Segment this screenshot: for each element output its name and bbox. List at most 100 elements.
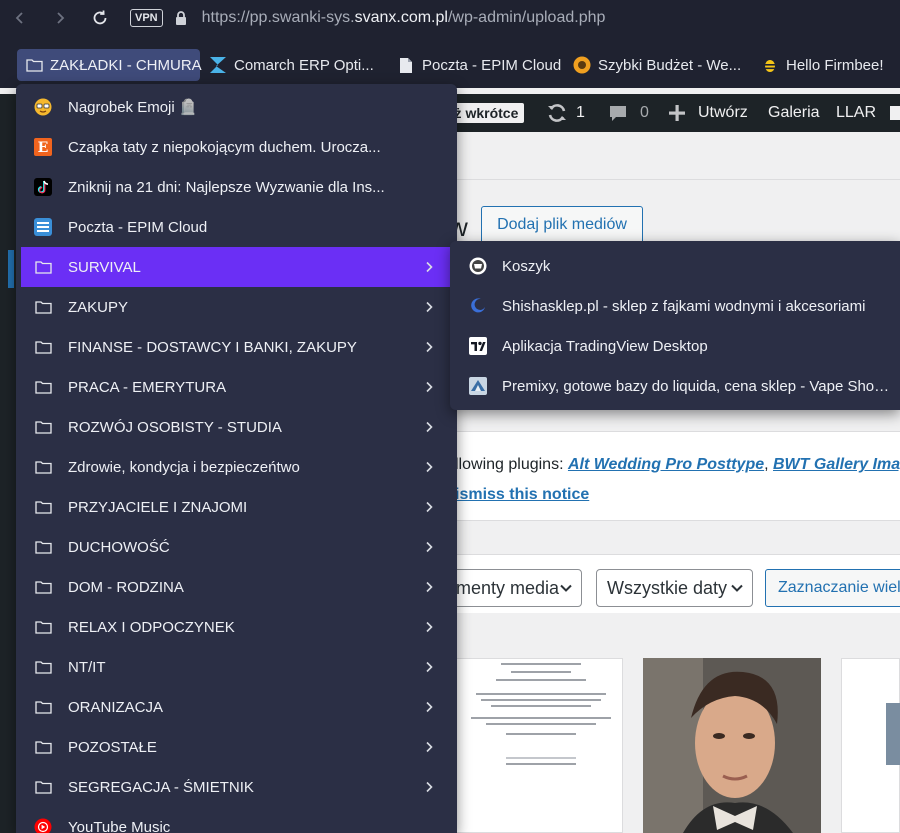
chevron-right-icon (423, 780, 435, 794)
updates-link[interactable]: 1 (546, 94, 585, 132)
date-filter-select[interactable]: Wszystkie daty (596, 569, 753, 607)
menu-link-poczta-epim-cloud[interactable]: Poczta - EPIM Cloud (21, 207, 452, 247)
media-thumbnail-document[interactable] (455, 658, 623, 833)
menu-item-label: ZAKUPY (68, 298, 129, 316)
portrait-image (643, 658, 821, 833)
folder-icon (34, 538, 52, 556)
menu-folder-praca-emerytura[interactable]: PRACA - EMERYTURA (21, 367, 452, 407)
submenu-link-premixy-gotowe-bazy-do-liquida-cena-skle[interactable]: Premixy, gotowe bazy do liquida, cena sk… (450, 366, 900, 406)
new-content-link[interactable]: Utwórz (668, 94, 748, 132)
bookmarks-bar: ZAKŁADKI - CHMURA Comarch ERP Opti... Po… (0, 36, 900, 88)
bookmark-label: Hello Firmbee! (786, 56, 884, 74)
back-button[interactable] (0, 0, 40, 36)
menu-folder-pozostale[interactable]: POZOSTAŁE (21, 727, 452, 767)
chevron-right-icon (423, 420, 435, 434)
menu-item-label: SEGREGACJA - ŚMIETNIK (68, 778, 254, 796)
bulk-select-button[interactable]: Zaznaczanie wielu (765, 569, 900, 607)
budget-icon (573, 56, 591, 74)
user-avatar[interactable] (890, 106, 900, 120)
chevron-right-icon (423, 460, 435, 474)
menu-folder-segregacja-smietnik[interactable]: SEGREGACJA - ŚMIETNIK (21, 767, 452, 807)
firmbee-icon (761, 56, 779, 74)
gallery-link[interactable]: Galeria (768, 94, 820, 132)
notice-prefix: llowing plugins: (455, 456, 568, 473)
submenu-item-label: Shishasklep.pl - sklep z fajkami wodnymi… (502, 297, 866, 315)
folder-icon (34, 658, 52, 676)
folder-icon (34, 418, 52, 436)
date-filter-value: Wszystkie daty (607, 577, 728, 598)
bookmark-hello-firmbee[interactable]: Hello Firmbee! (761, 49, 884, 81)
menu-item-label: DUCHOWOŚĆ (68, 538, 170, 556)
menu-folder-relax-i-odpoczynek[interactable]: RELAX I ODPOCZYNEK (21, 607, 452, 647)
menu-folder-duchowosc[interactable]: DUCHOWOŚĆ (21, 527, 452, 567)
submenu-link-shishasklep-pl-sklep-z-fajkami-wodnymi-i[interactable]: Shishasklep.pl - sklep z fajkami wodnymi… (450, 286, 900, 326)
chevron-right-icon (423, 660, 435, 674)
menu-folder-zakupy[interactable]: ZAKUPY (21, 287, 452, 327)
media-type-select[interactable]: menty media (445, 569, 582, 607)
menu-folder-oranizacja[interactable]: ORANIZACJA (21, 687, 452, 727)
folder-icon (34, 458, 52, 476)
page-icon (397, 56, 415, 74)
svg-text:E: E (38, 140, 49, 156)
add-media-button[interactable]: Dodaj plik mediów (481, 206, 643, 244)
reload-icon (93, 10, 107, 25)
chevron-down-icon (731, 584, 743, 592)
etsy-icon: E (34, 138, 52, 156)
lock-icon[interactable] (172, 9, 190, 27)
shisha-icon (469, 297, 487, 315)
plugin-link-bwt-gallery[interactable]: BWT Gallery Imag (773, 456, 900, 473)
vape-icon (469, 377, 487, 395)
media-thumbnail-photo[interactable] (643, 658, 821, 833)
vpn-badge[interactable]: VPN (130, 9, 163, 27)
menu-item-label: Zdrowie, kondycja i bezpieczeńtwo (68, 458, 300, 476)
tradingview-icon (469, 337, 487, 355)
menu-link-zniknij-na-21-dni-najlepsze-wyzwanie-dla[interactable]: Zniknij na 21 dni: Najlepsze Wyzwanie dl… (21, 167, 452, 207)
menu-folder-zdrowie-kondycja-i-bezpieczentwo[interactable]: Zdrowie, kondycja i bezpieczeńtwo (21, 447, 452, 487)
chevron-right-icon (423, 300, 435, 314)
menu-link-czapka-taty-z-niepokojacym-duchem-urocza[interactable]: E Czapka taty z niepokojącym duchem. Uroc… (21, 127, 452, 167)
dismiss-notice-link[interactable]: ismiss this notice (455, 486, 589, 504)
reload-button[interactable] (80, 0, 120, 36)
comments-link[interactable]: 0 (608, 94, 649, 132)
llar-link[interactable]: LLAR (836, 94, 876, 132)
menu-folder-finanse-dostawcy-i-banki-zakupy[interactable]: FINANSE - DOSTAWCY I BANKI, ZAKUPY (21, 327, 452, 367)
bookmark-szybki-budzet[interactable]: Szybki Budżet - We... (573, 49, 741, 81)
menu-item-label: PRZYJACIELE I ZNAJOMI (68, 498, 248, 516)
address-bar[interactable]: https://pp.swanki-sys.svanx.com.pl/wp-ad… (202, 9, 606, 27)
menu-item-label: PRACA - EMERYTURA (68, 378, 227, 396)
bookmark-label: ZAKŁADKI - CHMURA (50, 56, 202, 74)
comment-icon (610, 106, 626, 121)
bookmark-poczta-epim[interactable]: Poczta - EPIM Cloud (397, 49, 561, 81)
media-thumbnail-image[interactable] (841, 658, 900, 833)
menu-folder-survival[interactable]: SURVIVAL (21, 247, 452, 287)
menu-folder-dom-rodzina[interactable]: DOM - RODZINA (21, 567, 452, 607)
bookmark-comarch[interactable]: Comarch ERP Opti... (209, 49, 374, 81)
comarch-icon (209, 56, 227, 74)
menu-link-nagrobek-emoji[interactable]: Nagrobek Emoji 🪦 (21, 87, 452, 127)
koszyk-icon (469, 257, 487, 275)
bookmark-label: Comarch ERP Opti... (234, 56, 374, 74)
menu-folder-rozwoj-osobisty-studia[interactable]: ROZWÓJ OSOBISTY - STUDIA (21, 407, 452, 447)
menu-folder-nt-it[interactable]: NT/IT (21, 647, 452, 687)
updates-icon (548, 104, 566, 122)
submenu-item-label: Premixy, gotowe bazy do liquida, cena sk… (502, 377, 892, 395)
submenu-link-aplikacja-tradingview-desktop[interactable]: Aplikacja TradingView Desktop (450, 326, 900, 366)
chevron-right-icon (423, 540, 435, 554)
chevron-right-icon (423, 700, 435, 714)
plugin-notice: llowing plugins: Alt Wedding Pro Posttyp… (455, 432, 900, 520)
folder-icon (34, 778, 52, 796)
menu-item-label: RELAX I ODPOCZYNEK (68, 618, 235, 636)
menu-item-label: ORANIZACJA (68, 698, 164, 716)
browser-toolbar: VPN https://pp.swanki-sys.svanx.com.pl/w… (0, 0, 900, 36)
submenu-link-koszyk[interactable]: Koszyk (450, 246, 900, 286)
menu-folder-przyjaciele-i-znajomi[interactable]: PRZYJACIELE I ZNAJOMI (21, 487, 452, 527)
menu-link-youtube-music[interactable]: YouTube Music (21, 807, 452, 833)
tiktok-icon (34, 178, 52, 196)
bookmark-label: Poczta - EPIM Cloud (422, 56, 562, 74)
forward-button[interactable] (40, 0, 80, 36)
folder-icon (34, 498, 52, 516)
plugin-link-alt-wedding[interactable]: Alt Wedding Pro Posttype (568, 456, 764, 473)
bookmark-zakladki-chmura[interactable]: ZAKŁADKI - CHMURA (17, 49, 202, 81)
sidebar-current-marker (8, 250, 14, 288)
chevron-right-icon (423, 380, 435, 394)
